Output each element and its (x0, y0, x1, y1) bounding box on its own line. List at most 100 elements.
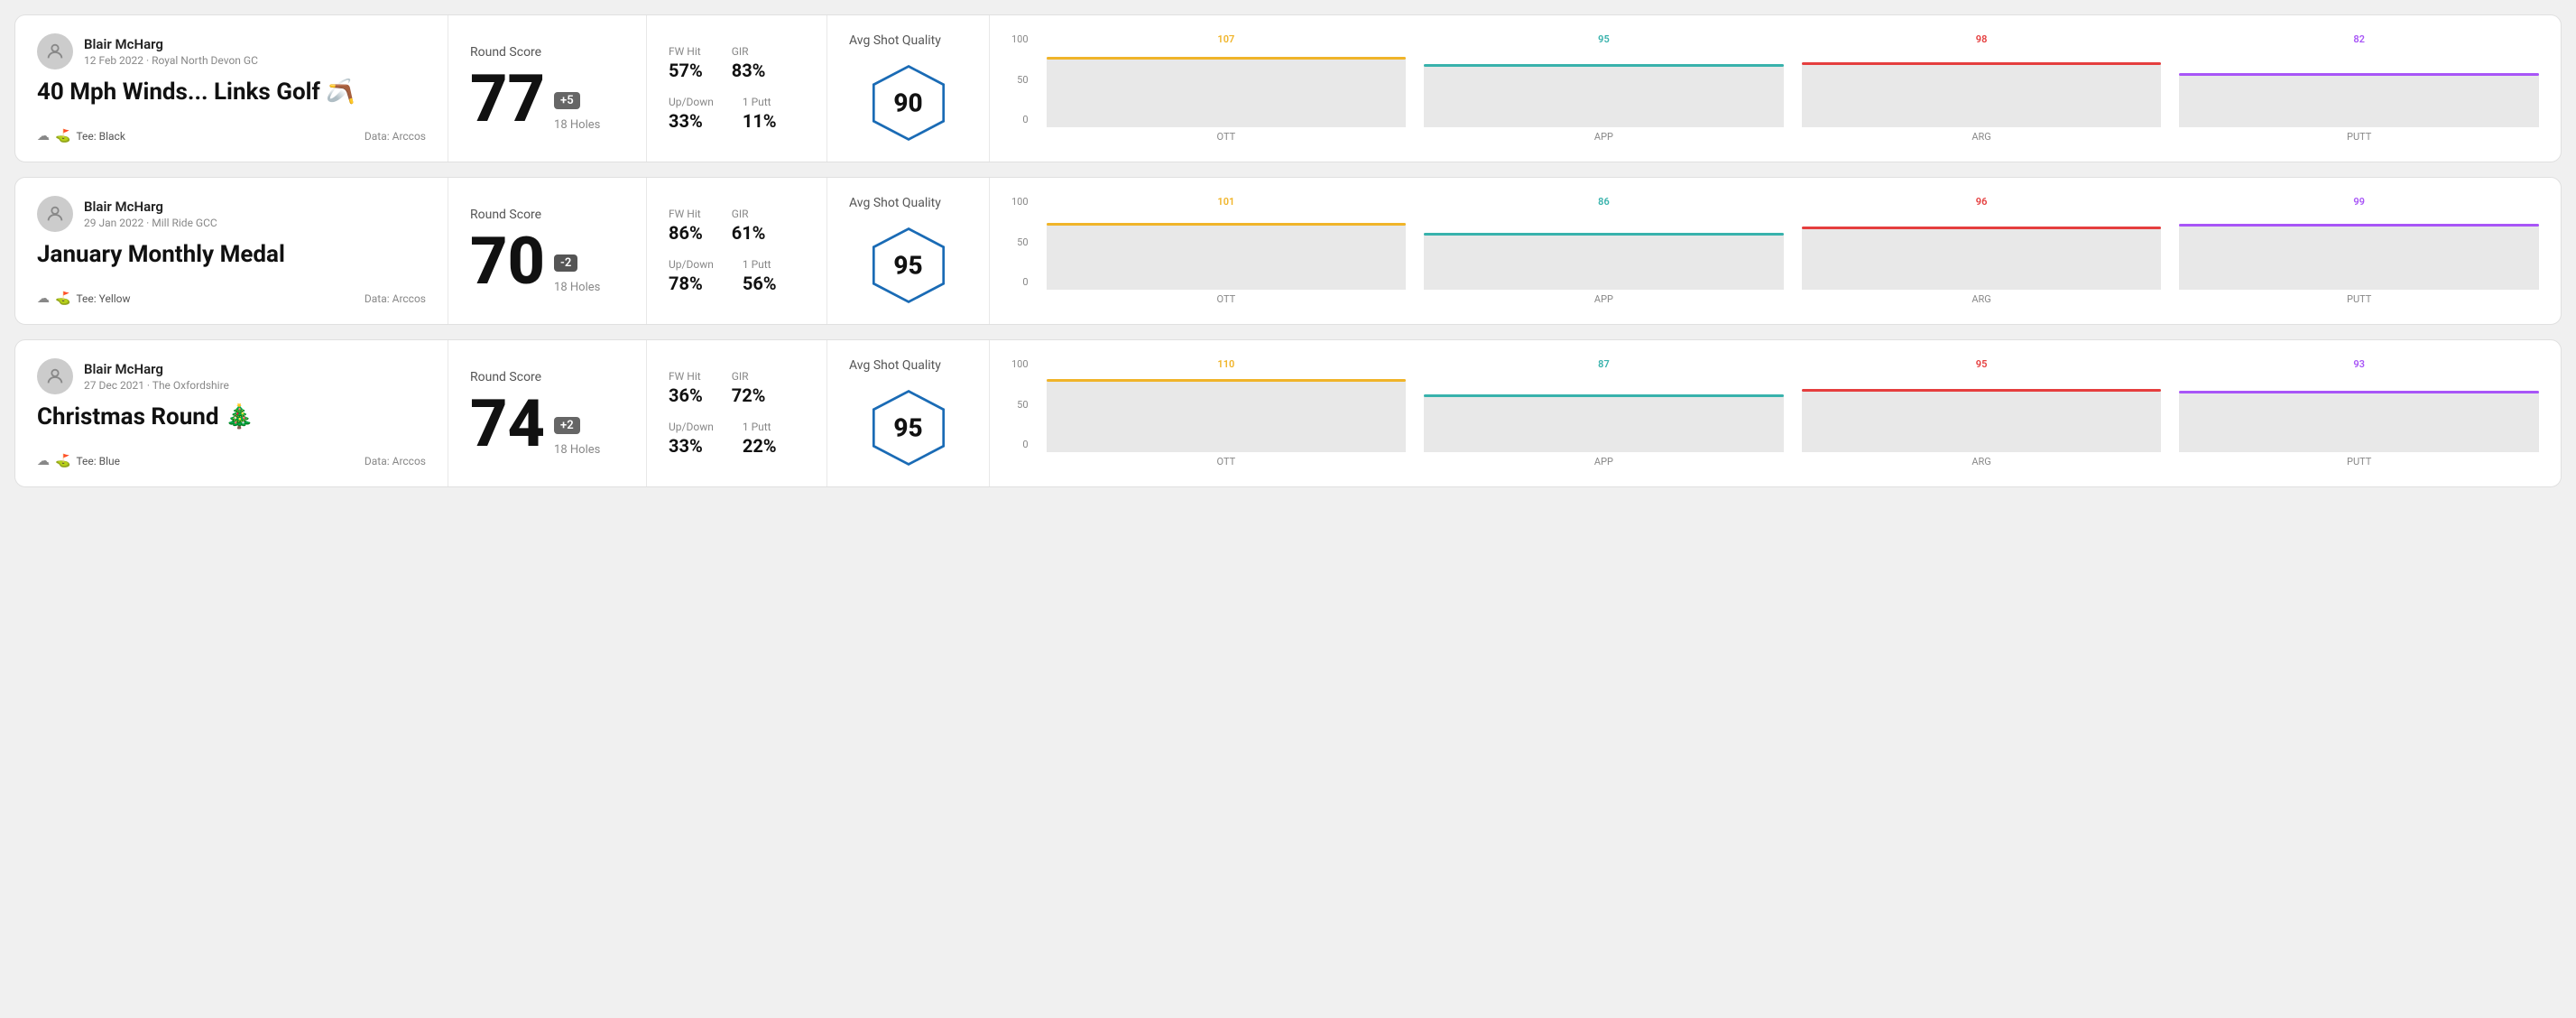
score-label: Round Score (470, 370, 624, 384)
score-holes: 18 Holes (554, 443, 600, 457)
hexagon-container: 90 (868, 62, 949, 143)
card-stats-section: FW Hit 36% GIR 72% Up/Down 33% 1 Putt (647, 340, 827, 486)
card-chart-section: 100500 107 OTT 95 APP (990, 15, 2561, 162)
bar-value-label: 87 (1598, 359, 1610, 369)
y-axis-label: 50 (1017, 400, 1028, 410)
bar-category-label: ARG (1971, 131, 1990, 143)
chart-bar-group: 95 APP (1424, 34, 1784, 143)
fw-hit-label: FW Hit (669, 208, 703, 220)
round-title: Christmas Round 🎄 (37, 403, 426, 430)
card-score-section: Round Score 70 -2 18 Holes (448, 178, 647, 324)
stat-updown: Up/Down 33% (669, 421, 714, 457)
chart-bar-group: 110 OTT (1047, 359, 1407, 467)
hexagon: 90 (868, 62, 949, 143)
y-axis-label: 100 (1011, 34, 1029, 44)
player-name: Blair McHarg (84, 361, 229, 377)
avatar (37, 33, 73, 69)
player-date-course: 12 Feb 2022 · Royal North Devon GC (84, 54, 258, 67)
oneputt-label: 1 Putt (743, 421, 777, 433)
tee-info: ☁ ⛳ Tee: Blue (37, 454, 120, 468)
stat-fw-hit: FW Hit 36% (669, 370, 703, 406)
chart-bar-group: 82 PUTT (2179, 34, 2539, 143)
chart-bar-group: 95 ARG (1802, 359, 2162, 467)
card-quality-section: Avg Shot Quality 95 (827, 178, 990, 324)
card-quality-section: Avg Shot Quality 95 (827, 340, 990, 486)
card-chart-section: 100500 101 OTT 86 APP (990, 178, 2561, 324)
stat-oneputt: 1 Putt 22% (743, 421, 777, 457)
bar-value-label: 95 (1598, 34, 1610, 44)
quality-value: 90 (893, 88, 922, 118)
bar-category-label: PUTT (2347, 131, 2371, 143)
stat-gir: GIR 83% (732, 45, 766, 81)
chart-bar-group: 101 OTT (1047, 197, 1407, 305)
score-holes: 18 Holes (554, 118, 600, 132)
bag-icon: ⛳ (55, 292, 70, 306)
oneputt-value: 22% (743, 435, 777, 457)
avatar (37, 358, 73, 394)
data-source: Data: Arccos (365, 292, 426, 305)
gir-value: 72% (732, 384, 766, 406)
round-card: Blair McHarg 12 Feb 2022 · Royal North D… (14, 14, 2562, 162)
card-stats-section: FW Hit 86% GIR 61% Up/Down 78% 1 Putt (647, 178, 827, 324)
chart-bar-group: 86 APP (1424, 197, 1784, 305)
score-number: 77 (470, 67, 545, 132)
quality-value: 95 (893, 413, 922, 443)
score-number: 74 (470, 392, 545, 457)
bag-icon: ⛳ (55, 454, 70, 468)
tee-label: Tee: Black (76, 130, 125, 143)
oneputt-label: 1 Putt (743, 258, 777, 271)
updown-label: Up/Down (669, 421, 714, 433)
gir-label: GIR (732, 208, 766, 220)
tee-info: ☁ ⛳ Tee: Black (37, 129, 125, 143)
card-quality-section: Avg Shot Quality 90 (827, 15, 990, 162)
oneputt-value: 11% (743, 110, 777, 132)
score-badge: +5 (554, 92, 580, 109)
weather-icon: ☁ (37, 292, 50, 306)
round-title: January Monthly Medal (37, 241, 426, 268)
hexagon: 95 (868, 225, 949, 306)
stat-updown: Up/Down 78% (669, 258, 714, 294)
stat-fw-hit: FW Hit 57% (669, 45, 703, 81)
player-info: Blair McHarg 12 Feb 2022 · Royal North D… (37, 33, 426, 69)
y-axis-label: 50 (1017, 75, 1028, 85)
card-footer: ☁ ⛳ Tee: Yellow Data: Arccos (37, 292, 426, 306)
weather-icon: ☁ (37, 129, 50, 143)
bar-value-label: 93 (2353, 359, 2365, 369)
card-score-section: Round Score 74 +2 18 Holes (448, 340, 647, 486)
bar-category-label: APP (1594, 131, 1613, 143)
card-left-section: Blair McHarg 12 Feb 2022 · Royal North D… (15, 15, 448, 162)
stats-row-top: FW Hit 57% GIR 83% (669, 45, 805, 81)
updown-value: 78% (669, 273, 714, 294)
tee-info: ☁ ⛳ Tee: Yellow (37, 292, 131, 306)
card-score-section: Round Score 77 +5 18 Holes (448, 15, 647, 162)
bar-category-label: APP (1594, 293, 1613, 305)
y-axis-label: 100 (1011, 359, 1029, 369)
chart-bar-group: 93 PUTT (2179, 359, 2539, 467)
score-badge: +2 (554, 417, 580, 434)
stat-updown: Up/Down 33% (669, 96, 714, 132)
quality-label: Avg Shot Quality (849, 33, 941, 48)
player-date-course: 29 Jan 2022 · Mill Ride GCC (84, 217, 217, 229)
player-date-course: 27 Dec 2021 · The Oxfordshire (84, 379, 229, 392)
stat-fw-hit: FW Hit 86% (669, 208, 703, 244)
round-card: Blair McHarg 29 Jan 2022 · Mill Ride GCC… (14, 177, 2562, 325)
player-name: Blair McHarg (84, 36, 258, 52)
card-footer: ☁ ⛳ Tee: Black Data: Arccos (37, 129, 426, 143)
bar-category-label: OTT (1217, 293, 1236, 305)
score-main: 74 +2 18 Holes (470, 392, 624, 457)
bar-value-label: 95 (1976, 359, 1988, 369)
y-axis-label: 0 (1022, 115, 1028, 125)
updown-value: 33% (669, 110, 714, 132)
bar-value-label: 98 (1976, 34, 1988, 44)
bar-value-label: 101 (1217, 197, 1234, 207)
quality-label: Avg Shot Quality (849, 196, 941, 210)
quality-value: 95 (893, 251, 922, 281)
stats-row-top: FW Hit 86% GIR 61% (669, 208, 805, 244)
stats-row-bottom: Up/Down 33% 1 Putt 11% (669, 96, 805, 132)
card-chart-section: 100500 110 OTT 87 APP (990, 340, 2561, 486)
data-source: Data: Arccos (365, 130, 426, 143)
score-holes: 18 Holes (554, 281, 600, 294)
fw-hit-value: 36% (669, 384, 703, 406)
score-label: Round Score (470, 45, 624, 60)
bag-icon: ⛳ (55, 129, 70, 143)
